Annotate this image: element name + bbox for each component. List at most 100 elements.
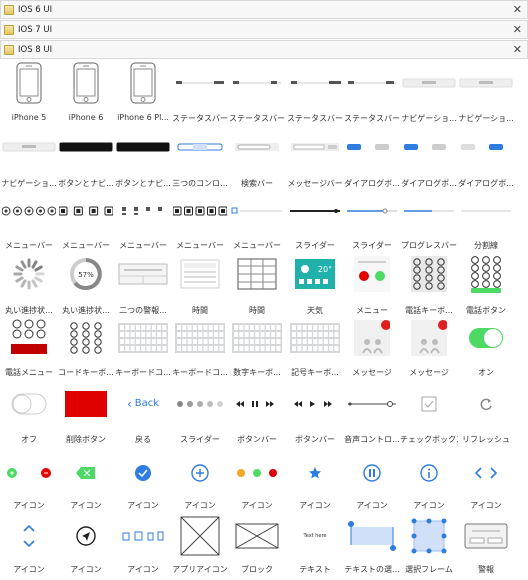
shape-thumbnail bbox=[0, 450, 58, 495]
shape-thumbnail bbox=[114, 188, 172, 233]
shape-thumbnail bbox=[457, 60, 515, 105]
shape-label: 削除ボタン bbox=[66, 435, 106, 444]
tab-label: IOS 6 UI bbox=[18, 4, 53, 15]
shape-thumbnail bbox=[457, 381, 515, 426]
shape-label: アイコン bbox=[70, 565, 102, 574]
shape-label: アイコン bbox=[241, 501, 273, 510]
tab-ios8-ui[interactable]: IOS 8 UI ✕ bbox=[0, 40, 528, 59]
close-icon[interactable]: ✕ bbox=[513, 23, 522, 37]
shape-label: スライダー bbox=[180, 435, 220, 444]
shape-thumbnail bbox=[286, 188, 344, 233]
close-icon[interactable]: ✕ bbox=[513, 43, 522, 57]
shape-thumbnail bbox=[171, 315, 229, 360]
shape-label: アイコン bbox=[413, 501, 445, 510]
shape-label: オフ bbox=[21, 435, 37, 444]
shape-thumbnail bbox=[343, 124, 401, 169]
shape-label: オン bbox=[478, 368, 494, 377]
shape-thumbnail bbox=[400, 60, 458, 105]
shape-thumbnail bbox=[57, 513, 115, 558]
tab-label: IOS 8 UI bbox=[18, 44, 53, 55]
shape-label: 音声コントロ... bbox=[344, 435, 400, 444]
shape-label: メニューバー bbox=[119, 241, 167, 250]
shape-label: アイコン bbox=[299, 501, 331, 510]
shape-thumbnail bbox=[171, 450, 229, 495]
shape-thumbnail bbox=[228, 513, 286, 558]
shape-label: アイコン bbox=[127, 565, 159, 574]
shape-label: メニューバー bbox=[233, 241, 281, 250]
shape-label: iPhone 6 Pl... bbox=[117, 113, 169, 122]
shape-thumbnail bbox=[343, 381, 401, 426]
shape-thumbnail bbox=[343, 60, 401, 105]
shape-thumbnail bbox=[114, 251, 172, 296]
shape-label: メニューバー bbox=[62, 241, 110, 250]
shape-label: アイコン bbox=[127, 501, 159, 510]
tab-ios6-ui[interactable]: IOS 6 UI ✕ bbox=[0, 0, 528, 19]
shape-thumbnail bbox=[286, 60, 344, 105]
shape-thumbnail bbox=[343, 450, 401, 495]
shape-thumbnail bbox=[57, 450, 115, 495]
shape-thumbnail bbox=[228, 251, 286, 296]
shape-thumbnail bbox=[0, 251, 58, 296]
shape-thumbnail bbox=[457, 450, 515, 495]
shape-label: ステータスバー bbox=[344, 114, 400, 123]
shape-thumbnail bbox=[228, 188, 286, 233]
shape-label: iPhone 6 bbox=[68, 113, 104, 122]
shape-thumbnail bbox=[171, 513, 229, 558]
text-sample: Text here bbox=[303, 532, 327, 539]
shape-thumbnail bbox=[114, 450, 172, 495]
shape-thumbnail bbox=[400, 381, 458, 426]
shape-label: ステータスバー bbox=[287, 114, 343, 123]
shape-label: プログレスバー bbox=[401, 241, 457, 250]
shape-label: アイコン bbox=[13, 501, 45, 510]
shape-thumbnail bbox=[171, 124, 229, 169]
shape-label: テキストの選... bbox=[344, 565, 400, 574]
shape-thumbnail bbox=[114, 315, 172, 360]
back-button[interactable]: ‹ Back bbox=[127, 397, 159, 411]
shape-thumbnail bbox=[114, 60, 172, 105]
shape-thumbnail bbox=[457, 124, 515, 169]
shape-thumbnail bbox=[457, 315, 515, 360]
shape-label: アプリアイコン bbox=[172, 565, 228, 574]
shape-label: アイコン bbox=[13, 565, 45, 574]
shape-label: 選択フレーム bbox=[405, 565, 453, 574]
shape-thumbnail bbox=[228, 315, 286, 360]
shape-label: スライダー bbox=[295, 241, 335, 250]
shape-thumbnail bbox=[171, 188, 229, 233]
shape-thumbnail bbox=[228, 381, 286, 426]
shape-thumbnail bbox=[171, 381, 229, 426]
shape-label: アイコン bbox=[184, 501, 216, 510]
shape-thumbnail bbox=[57, 60, 115, 105]
shape-label: ステータスバー bbox=[229, 114, 285, 123]
shape-thumbnail bbox=[400, 513, 458, 558]
shape-thumbnail bbox=[0, 513, 58, 558]
progress-percent-label: 57% bbox=[78, 271, 94, 279]
shape-thumbnail bbox=[400, 315, 458, 360]
shape-label: ナビゲーショ... bbox=[458, 114, 514, 123]
shape-thumbnail bbox=[343, 315, 401, 360]
shape-thumbnail bbox=[400, 251, 458, 296]
shape-thumbnail bbox=[57, 315, 115, 360]
shape-thumbnail bbox=[57, 381, 115, 426]
shape-thumbnail bbox=[343, 188, 401, 233]
shape-thumbnail bbox=[228, 124, 286, 169]
shape-thumbnail bbox=[343, 251, 401, 296]
folder-icon bbox=[4, 4, 14, 15]
shape-thumbnail bbox=[457, 188, 515, 233]
shape-thumbnail: 20° bbox=[286, 251, 344, 296]
shape-label: テキスト bbox=[299, 565, 331, 574]
tab-ios7-ui[interactable]: IOS 7 UI ✕ bbox=[0, 20, 528, 39]
shape-label: アイコン bbox=[470, 501, 502, 510]
shape-label: ボタンバー bbox=[237, 435, 277, 444]
shape-thumbnail bbox=[0, 60, 58, 105]
close-icon[interactable]: ✕ bbox=[513, 3, 522, 17]
shape-label: コードキーボ... bbox=[58, 368, 114, 377]
shape-thumbnail bbox=[0, 381, 58, 426]
shape-label: メッセージ bbox=[352, 368, 392, 377]
shape-thumbnail bbox=[228, 60, 286, 105]
shape-label: 記号キーボ... bbox=[291, 368, 339, 377]
svg-text:20°: 20° bbox=[318, 265, 332, 274]
shape-thumbnail bbox=[114, 124, 172, 169]
shape-thumbnail bbox=[286, 124, 344, 169]
shape-thumbnail bbox=[457, 251, 515, 296]
shape-label: スライダー bbox=[352, 241, 392, 250]
